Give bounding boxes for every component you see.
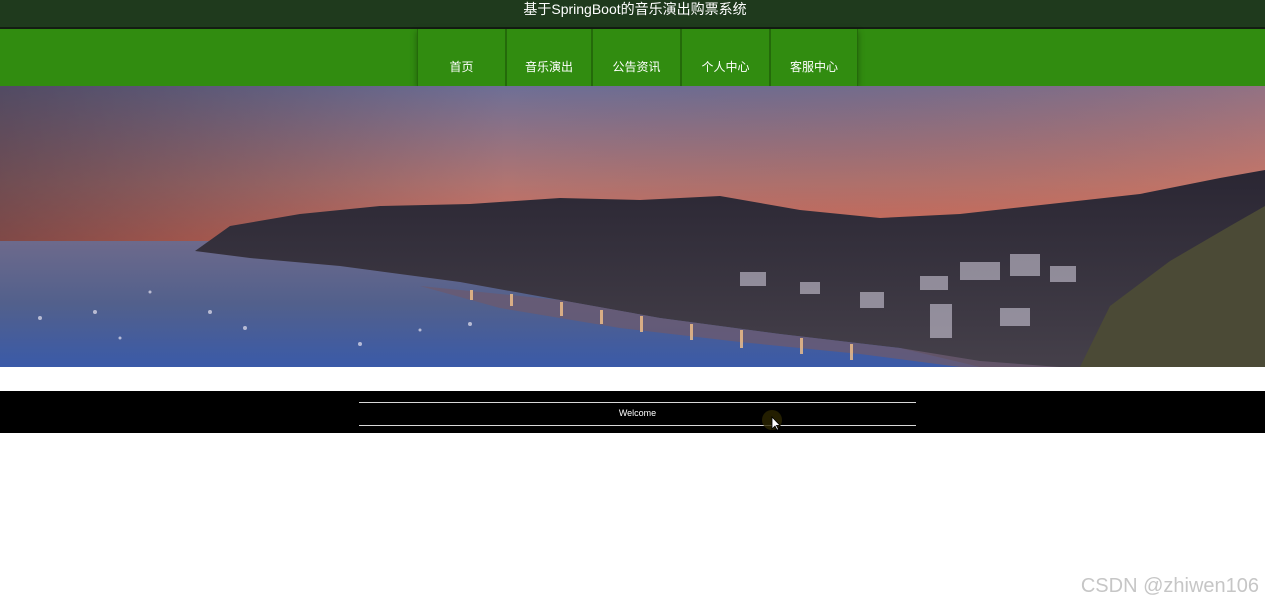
watermark-text: CSDN @zhiwen106 <box>1080 575 1259 597</box>
banner-image[interactable] <box>0 86 1265 367</box>
site-title: 基于SpringBoot的音乐演出购票系统 <box>523 1 747 17</box>
welcome-text: Welcome <box>618 408 657 418</box>
nav-bar: 首页 音乐演出 公告资讯 个人中心 客服中心 <box>0 29 1265 86</box>
welcome-divider-top <box>359 402 916 403</box>
nav-item-music-performances[interactable]: 音乐演出 <box>506 29 592 86</box>
welcome-divider-bottom <box>359 425 916 426</box>
top-bar: 基于SpringBoot的音乐演出购票系统 <box>0 0 1265 29</box>
nav-item-customer-service[interactable]: 客服中心 <box>770 29 858 86</box>
nav-menu: 首页 音乐演出 公告资讯 个人中心 客服中心 <box>417 29 858 86</box>
welcome-bar: Welcome <box>0 391 1265 433</box>
mouse-cursor-icon <box>762 410 784 432</box>
banner-illustration <box>0 86 1265 367</box>
nav-item-home[interactable]: 首页 <box>417 29 506 86</box>
nav-item-announcements[interactable]: 公告资讯 <box>592 29 681 86</box>
nav-item-personal-center[interactable]: 个人中心 <box>681 29 770 86</box>
